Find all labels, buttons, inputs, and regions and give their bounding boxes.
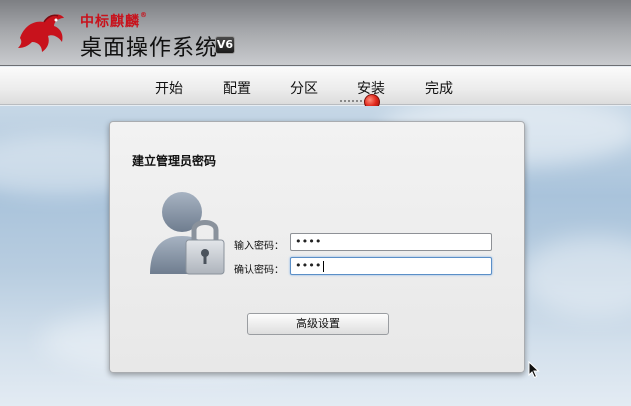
qilin-logo-icon <box>18 14 64 52</box>
confirm-password-label: 确认密码： <box>234 265 284 276</box>
password-value: •••• <box>295 235 322 248</box>
text-caret <box>322 260 324 272</box>
admin-password-dialog: 建立管理员密码 输入密码： •••• 确认密码： •••• 高级设置 <box>109 121 525 373</box>
version-badge: V6 <box>215 36 235 54</box>
advanced-settings-button[interactable]: 高级设置 <box>247 313 389 335</box>
brand-text: 中标麒麟 <box>80 14 140 30</box>
cloud-decoration <box>520 236 631 316</box>
header-banner: 中标麒麟® 桌面操作系统 V6 <box>0 0 631 66</box>
user-lock-icon <box>150 192 225 275</box>
step-start: 开始 <box>155 81 183 97</box>
step-partition: 分区 <box>290 81 318 97</box>
password-label: 输入密码： <box>234 241 284 252</box>
install-step-bar: 开始 配置 分区 安装 完成 <box>0 67 631 110</box>
step-config: 配置 <box>223 81 251 97</box>
product-name: 桌面操作系统 <box>80 36 219 61</box>
registered-mark: ® <box>140 11 148 19</box>
mouse-pointer-icon <box>528 361 540 379</box>
dialog-title: 建立管理员密码 <box>132 154 217 168</box>
password-input[interactable]: •••• <box>290 233 492 251</box>
brand-name: 中标麒麟® <box>80 11 148 31</box>
confirm-password-value: •••• <box>295 259 322 272</box>
step-finish: 完成 <box>425 81 453 97</box>
confirm-password-input[interactable]: •••• <box>290 257 492 275</box>
